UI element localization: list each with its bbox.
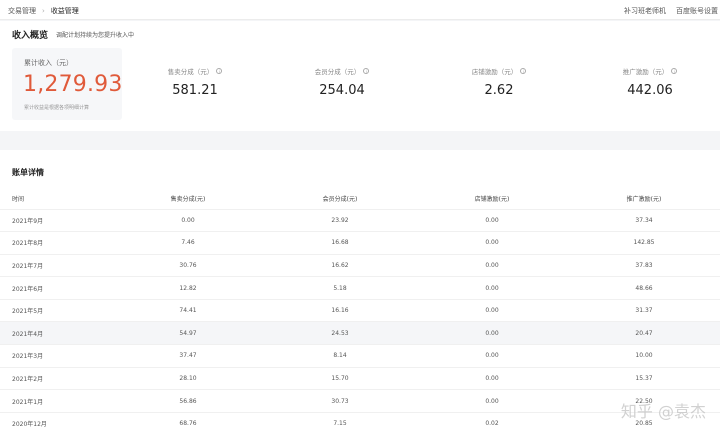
cell-promo: 48.66 — [568, 276, 720, 300]
cell-month: 2021年9月 — [0, 208, 112, 232]
cell-promo: 20.47 — [568, 321, 720, 345]
cell-member: 24.53 — [264, 321, 416, 345]
cell-sales: 30.76 — [112, 253, 264, 277]
overview-subtitle: 调配计划持续为您提升收入中 — [56, 32, 135, 39]
cell-member: 5.18 — [264, 276, 416, 300]
cell-month: 2021年3月 — [0, 344, 112, 368]
breadcrumb-parent-link[interactable]: 交易管理 — [8, 6, 36, 16]
cell-store: 0.00 — [416, 253, 568, 277]
cell-member: 16.16 — [264, 298, 416, 322]
cell-sales: 68.76 — [112, 411, 264, 435]
top-link-account-settings[interactable]: 百度账号设置 — [676, 6, 718, 16]
info-icon[interactable]: i — [520, 68, 527, 74]
metric-member-share-label: 会员分成（元） — [314, 68, 361, 76]
cell-promo: 37.34 — [568, 208, 720, 232]
cell-store: 0.00 — [416, 208, 568, 232]
cell-member: 15.70 — [264, 366, 416, 390]
watermark: 知乎 @袁杰 — [620, 402, 706, 421]
info-icon[interactable]: i — [216, 68, 223, 74]
cell-sales: 28.10 — [112, 366, 264, 390]
cell-month: 2021年5月 — [0, 298, 112, 322]
cell-sales: 54.97 — [112, 321, 264, 345]
column-header-time: 时间 — [12, 196, 25, 204]
cell-store: 0.00 — [416, 276, 568, 300]
table-row[interactable]: 2021年8月 7.46 16.68 0.00 142.85 — [0, 231, 720, 255]
cell-member: 16.62 — [264, 253, 416, 277]
metric-member-share: 会员分成（元） i 254.04 — [282, 66, 402, 98]
table-row[interactable]: 2021年5月 74.41 16.16 0.00 31.37 — [0, 298, 720, 322]
cell-promo: 10.00 — [568, 344, 720, 368]
cell-sales: 12.82 — [112, 276, 264, 300]
total-income-note: 累计收益是根据各项明细计算 — [24, 105, 90, 111]
column-header-sales: 售卖分成(元) — [170, 196, 206, 204]
table-row[interactable]: 2021年1月 56.86 30.73 0.00 22.50 — [0, 389, 720, 413]
metric-sales-share: 售卖分成（元） i 581.21 — [135, 66, 255, 98]
info-icon[interactable]: i — [671, 68, 678, 74]
metric-store-incentive: 店铺激励（元） i 2.62 — [439, 66, 559, 98]
cell-store: 0.02 — [416, 411, 568, 435]
cell-member: 23.92 — [264, 208, 416, 232]
cell-promo: 31.37 — [568, 298, 720, 322]
cell-store: 0.00 — [416, 321, 568, 345]
metric-promo-incentive-label: 推广激励（元） — [622, 68, 669, 76]
top-link-tutor[interactable]: 补习班老师机 — [624, 6, 666, 16]
cell-store: 0.00 — [416, 344, 568, 368]
cell-month: 2021年2月 — [0, 366, 112, 390]
cell-member: 8.14 — [264, 344, 416, 368]
table-header-row: 时间 售卖分成(元) 会员分成(元) 店铺激励(元) 推广激励(元) — [0, 189, 720, 209]
breadcrumb: 交易管理 › 收益管理 — [8, 6, 79, 16]
column-header-promo: 推广激励(元) — [626, 196, 662, 204]
cell-store: 0.00 — [416, 298, 568, 322]
table-row[interactable]: 2020年12月 68.76 7.15 0.02 20.85 — [0, 411, 720, 435]
breadcrumb-separator: › — [42, 7, 45, 15]
total-income-value: 1,279.93 — [23, 72, 123, 97]
metric-sales-share-label: 售卖分成（元） — [167, 68, 214, 76]
metric-promo-incentive-value: 442.06 — [627, 83, 673, 98]
total-income-card: 累计收入（元） 1,279.93 累计收益是根据各项明细计算 — [12, 48, 122, 120]
cell-sales: 0.00 — [112, 208, 264, 232]
table-row[interactable]: 2021年3月 37.47 8.14 0.00 10.00 — [0, 344, 720, 368]
income-overview-panel: 收入概览 调配计划持续为您提升收入中 累计收入（元） 1,279.93 累计收益… — [0, 21, 720, 131]
cell-month: 2021年6月 — [0, 276, 112, 300]
cell-month: 2021年7月 — [0, 253, 112, 277]
cell-sales: 56.86 — [112, 389, 264, 413]
cell-sales: 37.47 — [112, 344, 264, 368]
cell-sales: 74.41 — [112, 298, 264, 322]
table-row[interactable]: 2021年7月 30.76 16.62 0.00 37.83 — [0, 253, 720, 277]
column-header-member: 会员分成(元) — [322, 196, 358, 204]
top-links: 补习班老师机 百度账号设置 — [624, 6, 718, 16]
cell-month: 2021年1月 — [0, 389, 112, 413]
cell-promo: 37.83 — [568, 253, 720, 277]
metric-store-incentive-label: 店铺激励（元） — [471, 68, 518, 76]
column-header-store: 店铺激励(元) — [474, 196, 510, 204]
table-row[interactable]: 2021年6月 12.82 5.18 0.00 48.66 — [0, 276, 720, 300]
info-icon[interactable]: i — [363, 68, 370, 74]
table-row[interactable]: 2021年2月 28.10 15.70 0.00 15.37 — [0, 366, 720, 390]
top-bar: 交易管理 › 收益管理 补习班老师机 百度账号设置 — [0, 0, 720, 20]
breadcrumb-current: 收益管理 — [50, 7, 79, 15]
cell-member: 30.73 — [264, 389, 416, 413]
cell-member: 7.15 — [264, 411, 416, 435]
bill-details-panel: 账单详情 时间 售卖分成(元) 会员分成(元) 店铺激励(元) 推广激励(元) … — [0, 150, 720, 436]
metric-member-share-value: 254.04 — [319, 83, 365, 98]
table-row[interactable]: 2021年4月 54.97 24.53 0.00 20.47 — [0, 321, 720, 345]
cell-sales: 7.46 — [112, 231, 264, 255]
cell-promo: 15.37 — [568, 366, 720, 390]
cell-promo: 142.85 — [568, 231, 720, 255]
bill-table: 时间 售卖分成(元) 会员分成(元) 店铺激励(元) 推广激励(元) 2021年… — [0, 189, 720, 435]
cell-month: 2021年4月 — [0, 321, 112, 345]
overview-title: 收入概览 — [12, 31, 49, 41]
metric-sales-share-value: 581.21 — [172, 83, 218, 98]
metric-promo-incentive: 推广激励（元） i 442.06 — [590, 66, 710, 98]
metric-store-incentive-value: 2.62 — [484, 83, 514, 98]
cell-month: 2021年8月 — [0, 231, 112, 255]
cell-store: 0.00 — [416, 231, 568, 255]
cell-month: 2020年12月 — [0, 411, 112, 435]
bill-title: 账单详情 — [12, 168, 44, 177]
total-income-label: 累计收入（元） — [24, 59, 73, 67]
cell-store: 0.00 — [416, 389, 568, 413]
cell-member: 16.68 — [264, 231, 416, 255]
cell-store: 0.00 — [416, 366, 568, 390]
table-row[interactable]: 2021年9月 0.00 23.92 0.00 37.34 — [0, 208, 720, 232]
